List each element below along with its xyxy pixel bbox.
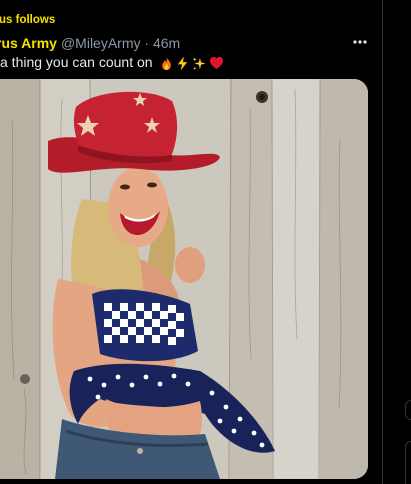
- red-heart-emoji: [210, 57, 224, 70]
- tweet-timestamp[interactable]: 46m: [153, 35, 180, 51]
- sidebar-card-edge: [405, 441, 411, 484]
- photo-image: [0, 79, 368, 479]
- more-horizontal-icon: [353, 40, 367, 44]
- timeline-page: us follows rus Army @MileyArmy · 46m a th…: [0, 0, 411, 484]
- lightning-emoji: [178, 56, 188, 71]
- fire-emoji: [162, 56, 172, 70]
- tweet-text: a thing you can count on: [0, 52, 224, 72]
- tweet-card[interactable]: us follows rus Army @MileyArmy · 46m a th…: [0, 0, 382, 484]
- tweet-photo[interactable]: [0, 79, 368, 479]
- author-display-name[interactable]: rus Army: [0, 35, 57, 51]
- tweet-text-body: a thing you can count on: [0, 54, 153, 70]
- tweet-header: rus Army @MileyArmy · 46m: [0, 33, 180, 53]
- author-handle[interactable]: @MileyArmy: [61, 35, 141, 51]
- header-separator: ·: [144, 35, 150, 51]
- social-context-label: us follows: [0, 14, 56, 26]
- sparkles-emoji: [192, 56, 207, 70]
- more-options-button[interactable]: [346, 32, 374, 52]
- sidebar-card-edge: [405, 400, 411, 420]
- emoji-group: [159, 56, 224, 71]
